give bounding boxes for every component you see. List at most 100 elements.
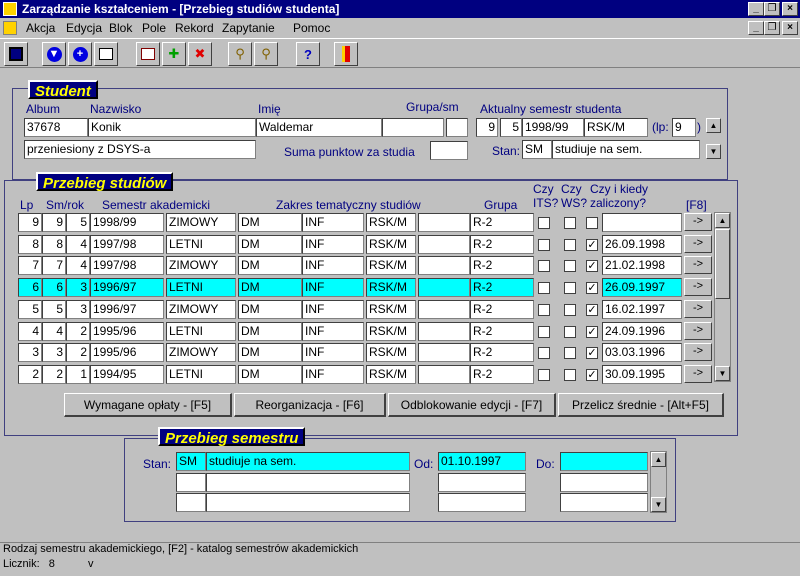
aktualny-lp-field[interactable]: 9 bbox=[672, 118, 696, 137]
menu-blok[interactable]: Blok bbox=[109, 21, 132, 35]
cell-z2[interactable]: INF bbox=[302, 213, 364, 232]
cell-season[interactable]: ZIMOWY bbox=[166, 343, 236, 363]
cell-year[interactable]: 1998/99 bbox=[90, 213, 164, 232]
row-detail-button[interactable]: -> bbox=[684, 213, 712, 231]
cell-z3[interactable]: RSK/M bbox=[366, 278, 416, 298]
aktualny-code-field[interactable]: RSK/M bbox=[584, 118, 648, 137]
checkbox-its[interactable] bbox=[538, 282, 550, 295]
row-detail-button[interactable]: -> bbox=[684, 278, 712, 297]
note-field[interactable]: przeniesiony z DSYS-a bbox=[24, 140, 256, 159]
cell-year[interactable]: 1996/97 bbox=[90, 299, 164, 319]
cell-season[interactable]: ZIMOWY bbox=[166, 299, 236, 319]
cell-z2[interactable]: INF bbox=[302, 234, 364, 254]
cell-season[interactable]: LETNI bbox=[166, 278, 236, 298]
cell-sm[interactable]: 5 bbox=[42, 299, 66, 319]
cell-z1[interactable]: DM bbox=[238, 213, 302, 232]
cell-z2[interactable]: INF bbox=[302, 299, 364, 319]
cell-sm[interactable]: 6 bbox=[42, 278, 66, 298]
menu-pole[interactable]: Pole bbox=[142, 21, 166, 35]
checkbox-zal[interactable]: ✓ bbox=[586, 325, 598, 338]
imie-field[interactable]: Waldemar bbox=[256, 118, 382, 137]
checkbox-ws[interactable] bbox=[564, 303, 576, 316]
cell-season[interactable]: ZIMOWY bbox=[166, 256, 236, 276]
cell-z3[interactable]: RSK/M bbox=[366, 343, 416, 363]
cell-z1[interactable]: DM bbox=[238, 234, 302, 254]
cell-z3[interactable]: RSK/M bbox=[366, 321, 416, 341]
checkbox-zal[interactable]: ✓ bbox=[586, 368, 598, 381]
semestr-do-field[interactable] bbox=[560, 472, 648, 492]
checkbox-ws[interactable] bbox=[564, 368, 576, 381]
menu-rekord[interactable]: Rekord bbox=[175, 21, 214, 35]
cell-z2[interactable]: INF bbox=[302, 278, 364, 298]
aktualny-year-field[interactable]: 1998/99 bbox=[522, 118, 584, 137]
cell-sm[interactable]: 3 bbox=[42, 343, 66, 363]
menu-edycja[interactable]: Edycja bbox=[66, 21, 102, 35]
checkbox-zal[interactable]: ✓ bbox=[586, 238, 598, 251]
next-record-icon[interactable]: ▼ bbox=[42, 42, 66, 66]
cell-lp[interactable]: 4 bbox=[18, 321, 42, 341]
cell-z1[interactable]: DM bbox=[238, 321, 302, 341]
cell-z3[interactable]: RSK/M bbox=[366, 256, 416, 276]
cell-blank[interactable] bbox=[418, 299, 470, 319]
menu-zapytanie[interactable]: Zapytanie bbox=[222, 21, 275, 35]
child-close-icon[interactable]: × bbox=[782, 21, 798, 35]
cell-sm[interactable]: 9 bbox=[42, 213, 66, 232]
cell-blank[interactable] bbox=[418, 278, 470, 298]
checkbox-ws[interactable] bbox=[564, 325, 576, 338]
grupa-sm-field[interactable] bbox=[446, 118, 468, 137]
cell-blank[interactable] bbox=[418, 256, 470, 276]
cell-rok[interactable]: 2 bbox=[66, 343, 90, 363]
cell-grupa[interactable]: R-2 bbox=[470, 343, 534, 363]
przelicz-srednie-button[interactable]: Przelicz średnie - [Alt+F5] bbox=[558, 393, 724, 417]
cell-z2[interactable]: INF bbox=[302, 364, 364, 384]
cell-rok[interactable]: 4 bbox=[66, 256, 90, 276]
checkbox-ws[interactable] bbox=[564, 347, 576, 360]
help-icon[interactable]: ? bbox=[296, 42, 320, 66]
menu-pomoc[interactable]: Pomoc bbox=[293, 21, 330, 35]
cell-rok[interactable]: 3 bbox=[66, 278, 90, 298]
wymagane-oplaty-button[interactable]: Wymagane opłaty - [F5] bbox=[64, 393, 232, 417]
semestr-od-field[interactable]: 01.10.1997 bbox=[438, 452, 526, 471]
search-icon[interactable]: ⚲ bbox=[228, 42, 252, 66]
cell-z2[interactable]: INF bbox=[302, 256, 364, 276]
checkbox-its[interactable] bbox=[538, 347, 550, 360]
row-detail-button[interactable]: -> bbox=[684, 234, 712, 253]
przebieg-scroll-thumb[interactable] bbox=[715, 229, 730, 299]
cell-rok[interactable]: 4 bbox=[66, 234, 90, 254]
semestr-od-field[interactable] bbox=[438, 472, 526, 492]
semestr-scroll-up-icon[interactable]: ▲ bbox=[651, 452, 666, 467]
document-icon[interactable] bbox=[3, 21, 17, 35]
checkbox-ws[interactable] bbox=[564, 238, 576, 251]
cell-season[interactable]: ZIMOWY bbox=[166, 213, 236, 232]
cell-z3[interactable]: RSK/M bbox=[366, 299, 416, 319]
semestr-code-field[interactable] bbox=[176, 472, 206, 492]
cell-z2[interactable]: INF bbox=[302, 321, 364, 341]
cell-blank[interactable] bbox=[418, 213, 470, 232]
cell-grupa[interactable]: R-2 bbox=[470, 364, 534, 384]
student-scroll-down-icon[interactable]: ▼ bbox=[706, 144, 721, 159]
cell-date[interactable] bbox=[602, 213, 682, 232]
semestr-do-field[interactable] bbox=[560, 452, 648, 471]
cell-z3[interactable]: RSK/M bbox=[366, 234, 416, 254]
delete-icon[interactable]: ✖ bbox=[188, 42, 212, 66]
checkbox-its[interactable] bbox=[538, 238, 550, 251]
row-detail-button[interactable]: -> bbox=[684, 256, 712, 275]
semestr-text-field[interactable]: studiuje na sem. bbox=[206, 452, 410, 471]
cell-date[interactable]: 26.09.1997 bbox=[602, 278, 682, 298]
cell-sm[interactable]: 7 bbox=[42, 256, 66, 276]
cell-date[interactable]: 16.02.1997 bbox=[602, 299, 682, 319]
semestr-do-field[interactable] bbox=[560, 493, 648, 512]
reorganizacja-button[interactable]: Reorganizacja - [F6] bbox=[234, 393, 386, 417]
cell-grupa[interactable]: R-2 bbox=[470, 234, 534, 254]
cell-z3[interactable]: RSK/M bbox=[366, 213, 416, 232]
checkbox-zal[interactable]: ✓ bbox=[586, 303, 598, 316]
cell-z1[interactable]: DM bbox=[238, 256, 302, 276]
child-maximize-icon[interactable]: ❐ bbox=[764, 21, 780, 35]
maximize-icon[interactable]: ❐ bbox=[764, 2, 780, 16]
insert-icon[interactable]: ✚ bbox=[162, 42, 186, 66]
cell-lp[interactable]: 6 bbox=[18, 278, 42, 298]
cell-sm[interactable]: 4 bbox=[42, 321, 66, 341]
cell-lp[interactable]: 2 bbox=[18, 364, 42, 384]
cell-date[interactable]: 21.02.1998 bbox=[602, 256, 682, 276]
cell-blank[interactable] bbox=[418, 234, 470, 254]
